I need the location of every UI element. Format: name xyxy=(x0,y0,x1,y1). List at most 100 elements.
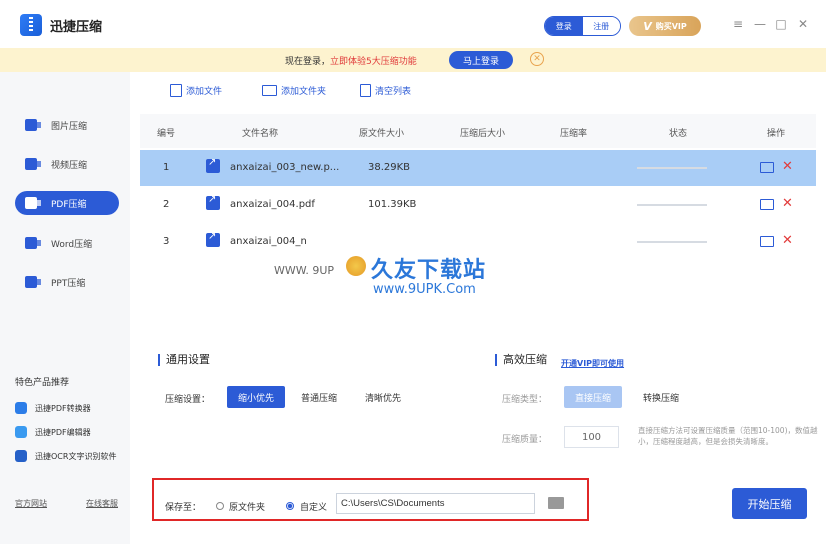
clear-list-button[interactable]: 清空列表 xyxy=(360,84,411,97)
sidebar-item-video[interactable]: 视频压缩 xyxy=(15,152,119,176)
browse-folder-icon[interactable] xyxy=(548,497,564,509)
notice-text: 现在登录，立即体验5大压缩功能 xyxy=(285,54,417,67)
col-index: 编号 xyxy=(157,129,176,139)
watermark-sub: WWW. 9UP xyxy=(274,264,335,277)
status-progress xyxy=(637,241,707,243)
status-progress xyxy=(637,167,707,169)
open-vip-link[interactable]: 开通VIP即可使用 xyxy=(561,358,624,369)
general-settings-title: 通用设置 xyxy=(158,354,210,366)
notice-highlight: 立即体验5大压缩功能 xyxy=(330,57,417,67)
save-path-input[interactable]: C:\Users\CS\Documents xyxy=(336,493,535,514)
featured-label: 迅捷PDF编辑器 xyxy=(35,427,91,437)
advanced-settings-title: 高效压缩 xyxy=(495,354,547,366)
delete-icon[interactable]: ✕ xyxy=(782,233,793,248)
original-folder-label: 原文件夹 xyxy=(229,503,266,513)
col-actions: 操作 xyxy=(767,129,786,139)
featured-ocr[interactable]: 迅捷OCR文字识别软件 xyxy=(15,450,116,462)
sidebar-item-image[interactable]: 图片压缩 xyxy=(15,113,119,137)
sidebar-item-pdf[interactable]: PDF压缩 xyxy=(15,191,119,215)
option-direct-compress[interactable]: 直接压缩 xyxy=(564,386,622,408)
add-folder-button[interactable]: 添加文件夹 xyxy=(262,84,326,97)
ppt-compress-icon xyxy=(25,276,41,288)
video-compress-icon xyxy=(25,158,41,170)
radio-custom[interactable] xyxy=(286,502,294,510)
table-row[interactable]: 1 anxaizai_003_new.p... 38.29KB ✕ xyxy=(140,150,816,186)
pdf-editor-icon xyxy=(15,426,27,438)
pdf-file-icon xyxy=(206,231,220,247)
featured-label: 迅捷PDF转换器 xyxy=(35,403,91,413)
pdf-file-icon xyxy=(206,194,220,210)
notice-prefix: 现在登录， xyxy=(285,57,331,67)
quick-login-button[interactable]: 马上登录 xyxy=(449,51,513,69)
watermark-url: www.9UPK.Com xyxy=(373,282,476,297)
row-filename: anxaizai_003_new.p... xyxy=(230,162,340,173)
delete-icon[interactable]: ✕ xyxy=(782,196,793,211)
col-status: 状态 xyxy=(669,129,688,139)
menu-icon[interactable]: ≡ xyxy=(731,16,745,32)
featured-title: 特色产品推荐 xyxy=(15,378,70,388)
sidebar-item-label: PPT压缩 xyxy=(51,278,86,289)
start-compress-button[interactable]: 开始压缩 xyxy=(732,488,807,519)
sidebar: 图片压缩 视频压缩 PDF压缩 Word压缩 PPT压缩 特色产品推荐 迅捷PD… xyxy=(0,72,130,544)
compress-type-label: 压缩类型： xyxy=(502,395,548,405)
pdf-file-icon xyxy=(206,157,220,173)
auth-toggle: 登录 注册 xyxy=(544,16,621,36)
app-logo-icon xyxy=(20,14,42,36)
compress-quality-label: 压缩质量： xyxy=(502,435,548,445)
close-icon[interactable]: ✕ xyxy=(796,16,810,32)
ocr-icon xyxy=(15,450,27,462)
word-compress-icon xyxy=(25,237,41,249)
sidebar-item-label: 图片压缩 xyxy=(51,121,88,132)
buy-vip-label: 购买VIP xyxy=(655,21,687,31)
add-file-button[interactable]: 添加文件 xyxy=(170,84,222,97)
notice-close-icon[interactable]: ✕ xyxy=(530,52,544,66)
option-small-first[interactable]: 缩小优先 xyxy=(227,386,285,408)
login-button[interactable]: 登录 xyxy=(545,17,583,35)
option-convert-compress[interactable]: 转换压缩 xyxy=(632,386,690,408)
register-button[interactable]: 注册 xyxy=(582,17,620,35)
clear-list-label: 清空列表 xyxy=(375,87,412,97)
sidebar-item-label: PDF压缩 xyxy=(51,199,87,210)
status-progress xyxy=(637,204,707,206)
vip-icon: V xyxy=(643,19,652,33)
sidebar-item-label: Word压缩 xyxy=(51,239,93,250)
option-normal[interactable]: 普通压缩 xyxy=(290,386,348,408)
trash-icon xyxy=(360,84,371,97)
file-table-header: 编号 文件名称 原文件大小 压缩后大小 压缩率 状态 操作 xyxy=(140,114,816,148)
add-folder-icon xyxy=(262,85,277,96)
radio-original-folder[interactable] xyxy=(216,502,224,510)
table-row[interactable]: 2 anxaizai_004.pdf 101.39KB ✕ xyxy=(140,187,816,223)
official-site-link[interactable]: 官方网站 xyxy=(15,498,47,509)
open-folder-icon[interactable] xyxy=(760,236,774,247)
watermark-logo-icon xyxy=(346,256,366,276)
online-support-link[interactable]: 在线客服 xyxy=(86,498,118,509)
save-to-label: 保存至： xyxy=(165,503,202,513)
option-clarity-first[interactable]: 清晰优先 xyxy=(354,386,412,408)
col-ratio: 压缩率 xyxy=(560,129,588,139)
maximize-icon[interactable]: □ xyxy=(774,16,788,32)
sidebar-item-label: 视频压缩 xyxy=(51,160,88,171)
featured-pdf-converter[interactable]: 迅捷PDF转换器 xyxy=(15,402,91,414)
open-folder-icon[interactable] xyxy=(760,162,774,173)
add-folder-label: 添加文件夹 xyxy=(281,87,327,97)
watermark-title: 久友下载站 xyxy=(371,258,487,283)
col-original-size: 原文件大小 xyxy=(359,129,405,139)
row-size: 101.39KB xyxy=(368,199,417,210)
minimize-icon[interactable]: — xyxy=(753,16,767,32)
col-compressed-size: 压缩后大小 xyxy=(460,129,506,139)
sidebar-item-ppt[interactable]: PPT压缩 xyxy=(15,270,119,294)
quality-input[interactable]: 100 xyxy=(564,426,619,448)
app-title: 迅捷压缩 xyxy=(50,20,103,35)
col-filename: 文件名称 xyxy=(242,129,279,139)
open-folder-icon[interactable] xyxy=(760,199,774,210)
row-size: 38.29KB xyxy=(368,162,411,173)
add-file-icon xyxy=(170,84,182,97)
custom-label: 自定义 xyxy=(300,503,328,513)
sidebar-item-word[interactable]: Word压缩 xyxy=(15,231,119,255)
featured-pdf-editor[interactable]: 迅捷PDF编辑器 xyxy=(15,426,91,438)
compress-setting-label: 压缩设置： xyxy=(165,395,211,405)
delete-icon[interactable]: ✕ xyxy=(782,159,793,174)
buy-vip-button[interactable]: V 购买VIP xyxy=(629,16,701,36)
row-index: 1 xyxy=(163,162,170,173)
featured-label: 迅捷OCR文字识别软件 xyxy=(35,451,117,461)
